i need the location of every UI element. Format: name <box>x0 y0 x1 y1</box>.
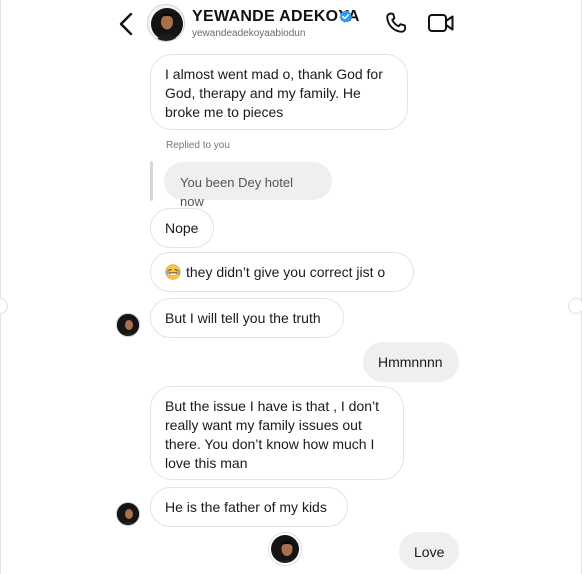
message-text: But I will tell you the truth <box>165 310 321 326</box>
back-button[interactable] <box>116 10 136 38</box>
message-bubble-incoming[interactable]: But I will tell you the truth <box>150 298 344 338</box>
message-bubble-incoming[interactable]: they didn’t give you correct jist o <box>150 252 414 292</box>
verified-badge-icon <box>339 9 353 23</box>
profile-photo <box>117 503 139 525</box>
message-text: Hmmnnnn <box>378 354 443 370</box>
profile-photo <box>271 535 299 563</box>
message-text: Love <box>414 544 445 560</box>
message-bubble-outgoing[interactable]: Love <box>399 532 459 570</box>
message-bubble-incoming[interactable]: He is the father of my kids <box>150 487 348 527</box>
contact-name[interactable]: YEWANDE ADEKOYA <box>192 8 360 26</box>
carousel-next-indicator[interactable] <box>568 298 582 314</box>
quoted-message-text: You been Dey hotel now <box>180 175 294 209</box>
sender-avatar[interactable] <box>116 313 140 337</box>
message-text: Nope <box>165 220 199 236</box>
header-avatar[interactable] <box>147 4 185 42</box>
message-bubble-incoming[interactable]: I almost went mad o, thank God for God, … <box>150 54 408 130</box>
message-text: I almost went mad o, thank God for God, … <box>165 66 383 120</box>
laughing-tears-emoji-icon <box>165 264 181 280</box>
message-text: But the issue I have is that , I don’t r… <box>165 398 380 471</box>
video-call-button[interactable] <box>427 12 455 34</box>
message-bubble-incoming[interactable]: Nope <box>150 208 214 248</box>
replied-to-label: Replied to you <box>166 140 230 151</box>
seen-by-avatar <box>269 533 301 565</box>
message-bubble-incoming[interactable]: But the issue I have is that , I don’t r… <box>150 386 404 480</box>
profile-photo <box>148 5 184 41</box>
frame-edge-left <box>0 0 1 574</box>
profile-photo <box>117 314 139 336</box>
message-text: they didn’t give you correct jist o <box>186 264 386 280</box>
conversation-header: YEWANDE ADEKOYA yewandeadekoyaabiodun <box>0 0 582 48</box>
voice-call-button[interactable] <box>384 11 408 35</box>
phone-icon <box>386 12 407 33</box>
carousel-prev-indicator[interactable] <box>0 298 8 314</box>
sender-avatar[interactable] <box>116 502 140 526</box>
message-text: He is the father of my kids <box>165 499 327 515</box>
chevron-left-icon <box>119 12 133 36</box>
reply-indicator-bar <box>150 161 153 201</box>
dm-conversation-screen: YEWANDE ADEKOYA yewandeadekoyaabiodun I … <box>0 0 582 574</box>
quoted-reply-bubble[interactable]: You been Dey hotel now <box>164 162 332 209</box>
contact-handle: yewandeadekoyaabiodun <box>192 28 306 39</box>
message-bubble-outgoing[interactable]: Hmmnnnn <box>363 342 459 382</box>
video-camera-icon <box>428 14 454 32</box>
